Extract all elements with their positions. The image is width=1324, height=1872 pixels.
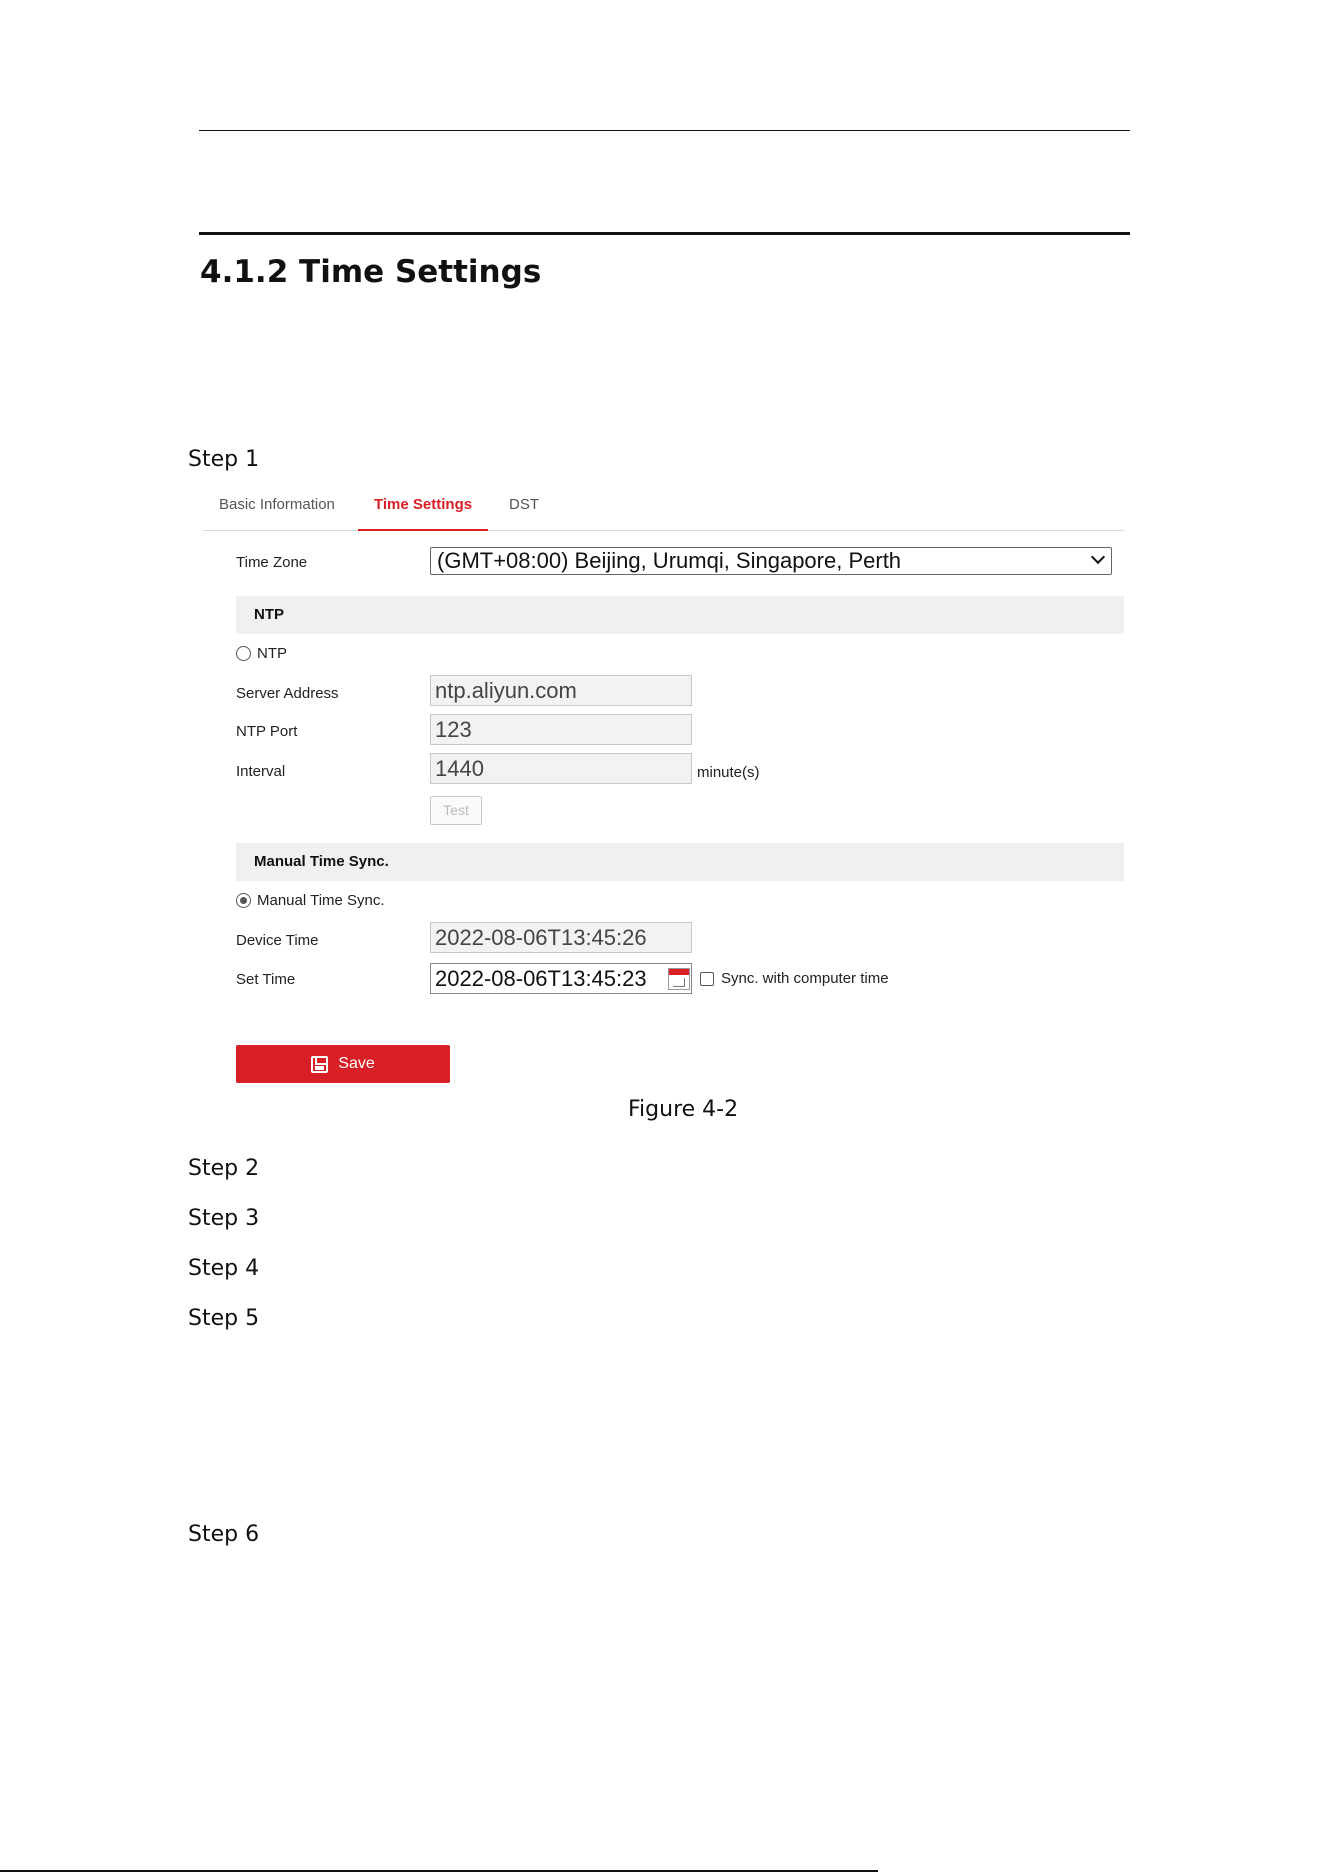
set-time-label: Set Time: [236, 971, 296, 988]
device-time-field: 2022-08-06T13:45:26: [430, 922, 692, 953]
tab-dst[interactable]: DST: [493, 490, 555, 531]
tab-bar: Basic Information Time Settings DST: [203, 490, 1124, 531]
ntp-radio[interactable]: [236, 646, 251, 661]
manual-sync-section-header: Manual Time Sync.: [236, 843, 1124, 881]
manual-sync-radio-label: Manual Time Sync.: [257, 892, 385, 909]
sync-computer-time-option[interactable]: Sync. with computer time: [700, 970, 889, 987]
chevron-down-icon: [1090, 549, 1106, 565]
step-label: Step 4: [188, 1256, 260, 1281]
sync-computer-time-checkbox[interactable]: [700, 971, 714, 986]
step-label: Step 3: [188, 1206, 260, 1231]
step-label: Step 5: [188, 1306, 260, 1331]
time-zone-label: Time Zone: [236, 554, 308, 571]
ntp-port-label: NTP Port: [236, 723, 298, 740]
section-divider: [199, 232, 1130, 235]
time-zone-select[interactable]: (GMT+08:00) Beijing, Urumqi, Singapore, …: [430, 547, 1112, 575]
test-button[interactable]: Test: [430, 796, 482, 825]
figure-caption: Figure 4-2: [628, 1097, 739, 1122]
ntp-section-header: NTP: [236, 596, 1124, 634]
device-time-label: Device Time: [236, 932, 319, 949]
save-button[interactable]: Save: [236, 1045, 450, 1083]
ntp-port-input[interactable]: 123: [430, 714, 692, 745]
section-title: 4.1.2 Time Settings: [200, 254, 542, 290]
server-address-input[interactable]: ntp.aliyun.com: [430, 675, 692, 706]
interval-label: Interval: [236, 763, 286, 780]
time-zone-value: (GMT+08:00) Beijing, Urumqi, Singapore, …: [437, 548, 902, 573]
manual-sync-radio-option[interactable]: Manual Time Sync.: [236, 892, 385, 909]
step-label: Step 2: [188, 1156, 260, 1181]
sync-computer-time-label: Sync. with computer time: [721, 970, 889, 987]
step-label: Step 6: [188, 1522, 260, 1547]
ntp-radio-label: NTP: [257, 645, 287, 662]
header-rule: [199, 130, 1130, 131]
manual-sync-section-title: Manual Time Sync.: [254, 853, 389, 870]
save-icon: [311, 1055, 329, 1073]
set-time-input[interactable]: 2022-08-06T13:45:23: [430, 963, 692, 994]
interval-unit: minute(s): [697, 764, 760, 781]
tab-basic-information[interactable]: Basic Information: [203, 490, 351, 531]
interval-input[interactable]: 1440: [430, 753, 692, 784]
calendar-icon[interactable]: [668, 968, 690, 990]
ntp-radio-option[interactable]: NTP: [236, 645, 287, 662]
ntp-section-title: NTP: [254, 606, 284, 623]
step-label: Step 1: [188, 447, 260, 472]
manual-sync-radio[interactable]: [236, 893, 251, 908]
tab-time-settings[interactable]: Time Settings: [358, 490, 489, 531]
server-address-label: Server Address: [236, 685, 339, 702]
save-button-label: Save: [338, 1055, 375, 1072]
